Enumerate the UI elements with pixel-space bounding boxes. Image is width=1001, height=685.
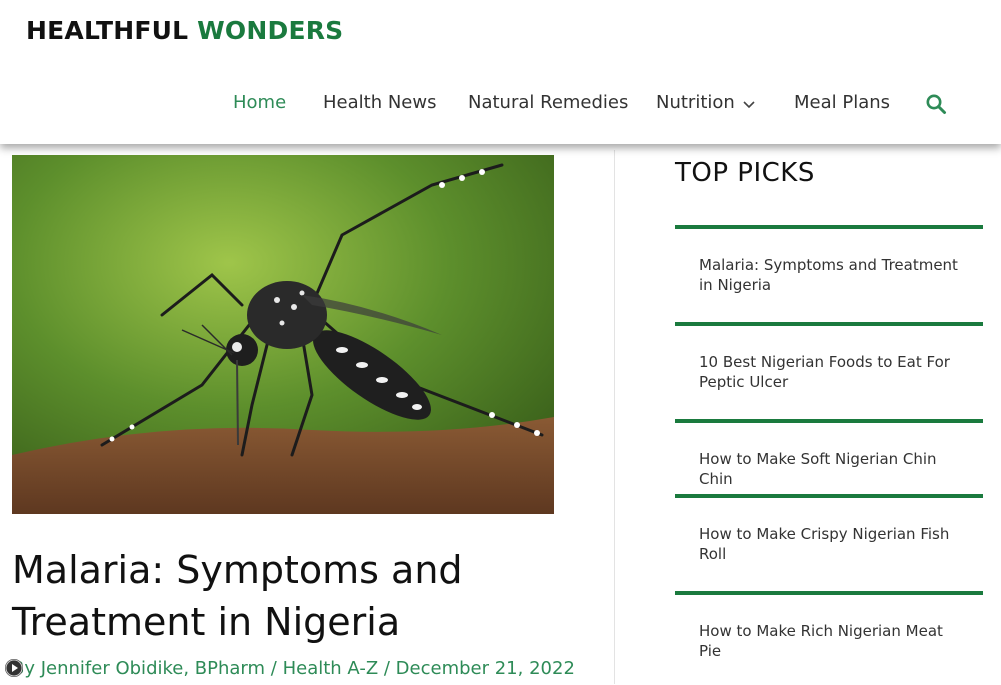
top-pick-item: Malaria: Symptoms and Treatment in Nigeri… <box>675 225 983 325</box>
top-pick-item: How to Make Crispy Nigerian Fish Roll <box>675 494 983 594</box>
top-pick-link[interactable]: How to Make Rich Nigerian Meat Pie <box>675 621 983 661</box>
article-title-line1: Malaria: Symptoms and <box>12 548 463 592</box>
sidebar-title: TOP PICKS <box>675 158 815 188</box>
nav-meal-plans[interactable]: Meal Plans <box>794 92 890 113</box>
site-logo[interactable]: HEALTHFUL WONDERS <box>26 16 343 45</box>
nav-nutrition[interactable]: Nutrition <box>656 92 755 114</box>
nav-natural-remedies[interactable]: Natural Remedies <box>468 92 628 113</box>
top-pick-item: How to Make Rich Nigerian Meat Pie <box>675 591 983 685</box>
article-meta: By Jennifer Obidike, BPharm / Health A-Z… <box>12 658 575 679</box>
logo-text: HEALTHFUL <box>26 16 198 45</box>
nav-health-news[interactable]: Health News <box>323 92 436 113</box>
nav-home[interactable]: Home <box>233 92 286 113</box>
meta-separator: / <box>378 658 396 679</box>
top-pick-line1: How to Make Soft Nigerian Chin Chin <box>699 450 937 488</box>
article-hero-image[interactable] <box>12 155 554 514</box>
chevron-down-icon <box>743 93 755 114</box>
category-link[interactable]: Health A-Z <box>283 658 379 679</box>
top-pick-line1: Malaria: Symptoms and Treatment <box>699 256 958 274</box>
nav-nutrition-label: Nutrition <box>656 92 735 113</box>
top-pick-line2: Peptic Ulcer <box>699 373 789 391</box>
play-icon[interactable] <box>5 659 23 677</box>
top-pick-link[interactable]: 10 Best Nigerian Foods to Eat For Peptic … <box>675 352 983 392</box>
top-pick-line2: Roll <box>699 545 727 563</box>
top-pick-line1: How to Make Rich Nigerian Meat Pie <box>699 622 943 660</box>
top-pick-link[interactable]: How to Make Soft Nigerian Chin Chin <box>675 449 983 489</box>
top-pick-line1: 10 Best Nigerian Foods to Eat For <box>699 353 950 371</box>
meta-separator: / <box>265 658 283 679</box>
column-divider <box>614 150 615 684</box>
article-title: Malaria: Symptoms and Treatment in Niger… <box>12 544 572 648</box>
top-pick-item: 10 Best Nigerian Foods to Eat For Peptic … <box>675 322 983 422</box>
article-title-line2: Treatment in Nigeria <box>12 600 401 644</box>
site-header: HEALTHFUL WONDERS Home Health News Natur… <box>0 0 1001 144</box>
top-pick-link[interactable]: Malaria: Symptoms and Treatment in Nigeri… <box>675 255 983 295</box>
top-pick-line2: in Nigeria <box>699 276 772 294</box>
logo-accent-text: WONDERS <box>197 16 344 45</box>
top-pick-item: How to Make Soft Nigerian Chin Chin <box>675 419 983 497</box>
article-date: December 21, 2022 <box>395 658 575 679</box>
main-nav: Home Health News Natural Remedies Nutrit… <box>0 92 1001 118</box>
top-pick-line1: How to Make Crispy Nigerian Fish <box>699 525 950 543</box>
author-link[interactable]: Jennifer Obidike, BPharm <box>41 658 265 679</box>
search-icon[interactable] <box>925 93 947 115</box>
top-pick-link[interactable]: How to Make Crispy Nigerian Fish Roll <box>675 524 983 564</box>
